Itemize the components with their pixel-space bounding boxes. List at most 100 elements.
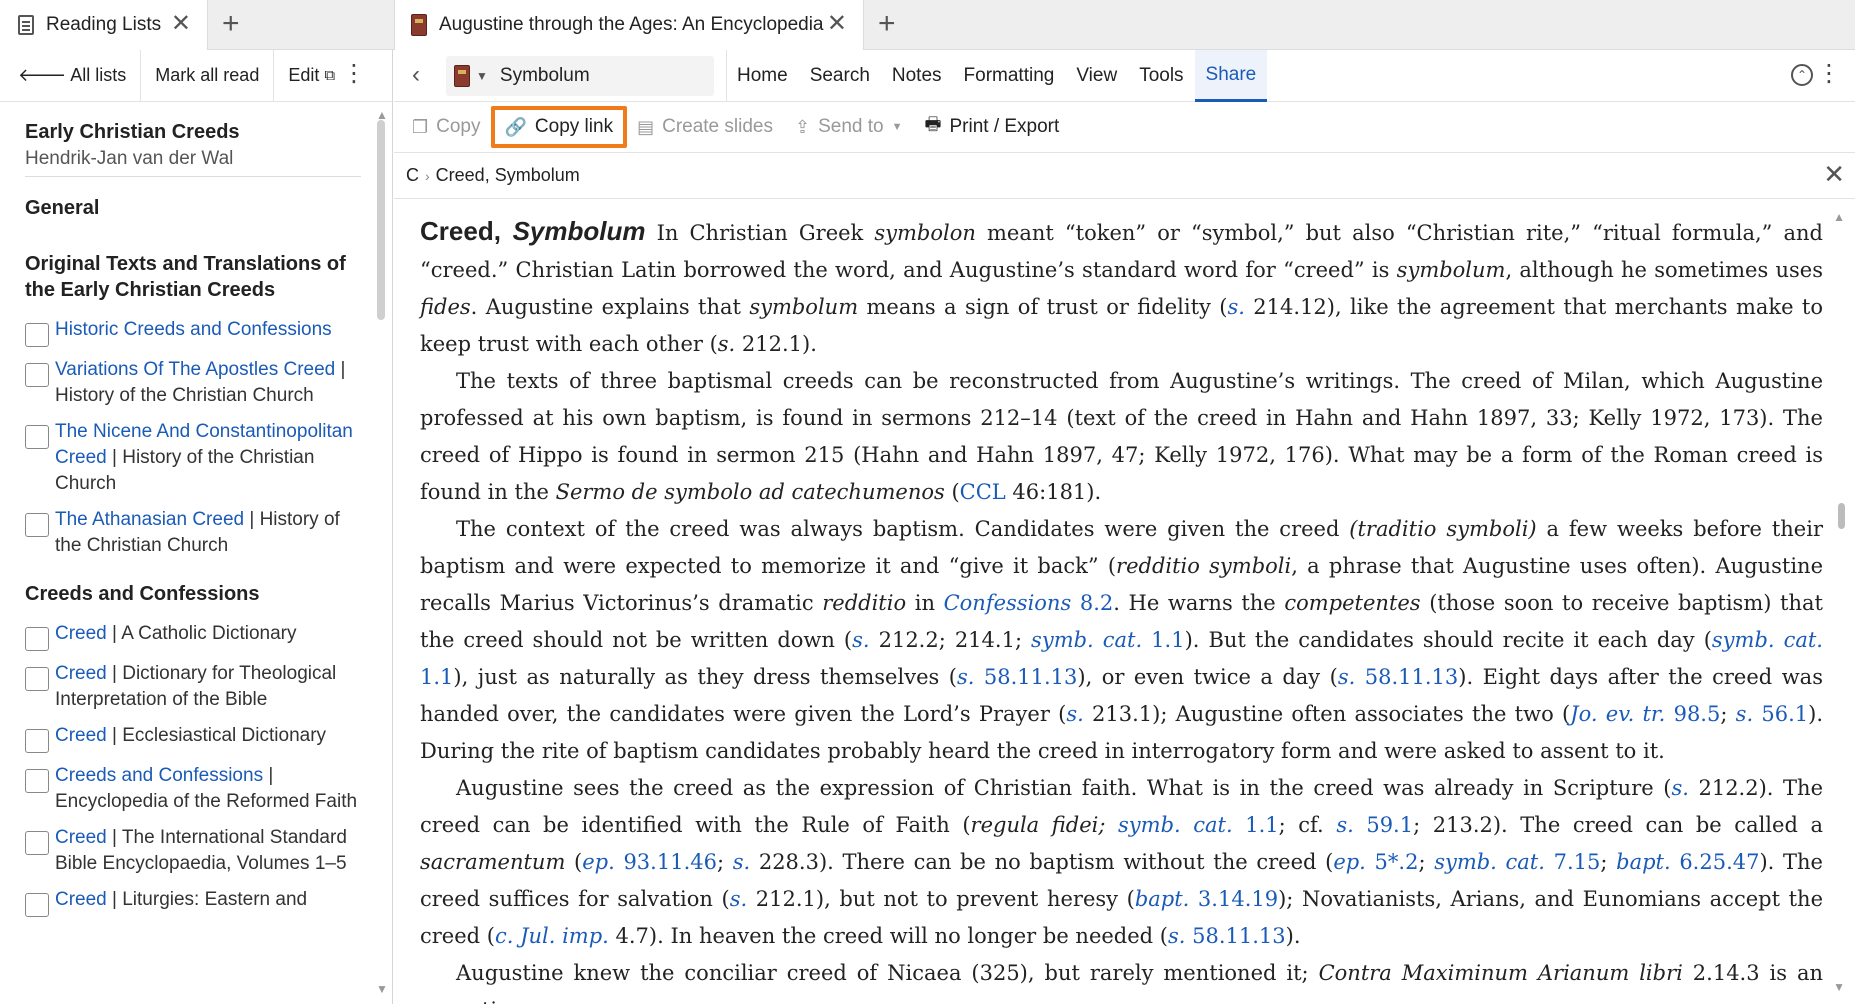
menu-view[interactable]: View [1065, 50, 1128, 102]
reference-link[interactable]: ep. [1333, 850, 1366, 874]
add-tab-icon[interactable]: + [878, 8, 896, 40]
read-checkbox[interactable] [25, 513, 49, 537]
reference-link[interactable]: 1.1 [1142, 628, 1184, 652]
edit-button[interactable]: Edit ⧉ [274, 50, 349, 102]
reference-link[interactable]: 58.11.13 [1355, 665, 1459, 689]
article-scrollbar-thumb[interactable] [1838, 503, 1845, 529]
menu-share[interactable]: Share [1194, 50, 1268, 102]
reference-link[interactable]: s. [1338, 665, 1355, 689]
resource-link[interactable]: Creed [55, 623, 107, 644]
reference-link[interactable]: symb. cat. [1031, 628, 1142, 652]
create-slides-button[interactable]: ▤ Create slides [637, 116, 773, 138]
breadcrumb-root[interactable]: C [406, 165, 419, 186]
reference-link[interactable]: s. [1336, 813, 1353, 837]
reference-link[interactable]: 7.15 [1545, 850, 1601, 874]
more-vertical-icon[interactable]: ⋮ [1817, 62, 1841, 86]
reference-link[interactable]: ep. [582, 850, 615, 874]
close-icon[interactable]: ✕ [827, 12, 847, 36]
reference-link[interactable]: 5*.2 [1366, 850, 1419, 874]
copy-button[interactable]: ❐ Copy [412, 116, 481, 138]
reference-link[interactable]: 3.14.19 [1189, 887, 1278, 911]
left-scrollbar-thumb[interactable] [377, 120, 385, 320]
reference-link[interactable]: 56.1 [1753, 702, 1808, 726]
tab-title: Reading Lists [46, 14, 162, 35]
reference-link[interactable]: s. [730, 887, 747, 911]
reference-link[interactable]: c. Jul. imp. [495, 924, 609, 948]
scroll-down-icon[interactable]: ▼ [376, 982, 388, 996]
reference-link[interactable]: Jo. ev. tr. [1570, 702, 1665, 726]
reference-link[interactable]: 98.5 [1665, 702, 1721, 726]
article-text: Contra Maximinum Arianum libri [1318, 961, 1683, 985]
reference-link[interactable]: bapt. [1135, 887, 1190, 911]
mark-all-read-button[interactable]: Mark all read [141, 49, 275, 102]
menu-home[interactable]: Home [727, 50, 799, 102]
send-to-button[interactable]: ⇪ Send to ▼ [795, 116, 902, 138]
reading-lists-panel: 🡐 All lists Mark all read Edit ⧉ ⋮ Early… [0, 49, 393, 1004]
scroll-up-icon[interactable]: ▲ [1833, 210, 1845, 224]
reference-link[interactable]: symb. cat. [1712, 628, 1823, 652]
read-checkbox[interactable] [25, 363, 49, 387]
tab-reading-lists[interactable]: Reading Lists ✕ [0, 0, 208, 50]
resource-link[interactable]: Creed [55, 663, 107, 684]
more-vertical-icon[interactable]: ⋮ [342, 62, 366, 86]
menu-notes[interactable]: Notes [881, 50, 953, 102]
resource-link[interactable]: Creeds and Confessions [55, 765, 263, 786]
reference-link[interactable]: s. [733, 850, 750, 874]
resource-picker[interactable]: ▼ Symbolum [446, 56, 714, 96]
read-checkbox[interactable] [25, 323, 49, 347]
article-text: ), or even twice a day ( [1077, 665, 1338, 689]
reference-link[interactable]: s. [1227, 295, 1244, 319]
reference-link[interactable]: bapt. [1616, 850, 1671, 874]
copy-link-button[interactable]: 🔗 Copy link [490, 106, 628, 148]
resource-link[interactable]: The Athanasian Creed [55, 509, 244, 530]
article-text: Augustine sees the creed as the expressi… [456, 776, 1672, 800]
read-checkbox[interactable] [25, 425, 49, 449]
resource-link[interactable]: Creed [55, 827, 107, 848]
menu-formatting[interactable]: Formatting [953, 50, 1066, 102]
all-lists-button[interactable]: 🡐 All lists [0, 49, 142, 102]
reference-link[interactable]: 59.1 [1354, 813, 1413, 837]
reference-link[interactable]: s. [957, 665, 974, 689]
reference-link[interactable]: 58.11.13 [974, 665, 1078, 689]
read-checkbox[interactable] [25, 627, 49, 651]
read-checkbox[interactable] [25, 769, 49, 793]
reference-link[interactable]: CCL [960, 480, 1006, 504]
menu-tools[interactable]: Tools [1128, 50, 1194, 102]
reference-link[interactable]: Confessions [944, 591, 1072, 615]
reference-link[interactable]: 1.1 [420, 665, 453, 689]
resource-link[interactable]: Creed [55, 725, 107, 746]
close-icon[interactable]: ✕ [1823, 161, 1845, 187]
resource-link[interactable]: Creed [55, 889, 107, 910]
article-paragraph: The context of the creed was always bapt… [420, 511, 1823, 770]
article-text: 213.1); Augustine often associates the t… [1083, 702, 1571, 726]
print-export-button[interactable]: 🖶 Print / Export [924, 112, 1059, 142]
article-text: ). But the candidates should recite it e… [1184, 628, 1712, 652]
list-item: Creed | The International Standard Bible… [25, 825, 365, 877]
menu-search[interactable]: Search [799, 50, 881, 102]
reference-link[interactable]: 93.11.46 [615, 850, 717, 874]
add-tab-icon[interactable]: + [222, 8, 240, 40]
resource-link[interactable]: Historic Creeds and Confessions [55, 319, 332, 340]
reference-link[interactable]: symb. cat. [1434, 850, 1545, 874]
close-icon[interactable]: ✕ [171, 12, 191, 36]
collapse-toolbar-icon[interactable]: ⌃ [1791, 64, 1813, 86]
reference-link[interactable]: s. [1671, 776, 1688, 800]
reference-link[interactable]: 1.1 [1233, 813, 1278, 837]
reference-link[interactable]: s. [1066, 702, 1083, 726]
read-checkbox[interactable] [25, 831, 49, 855]
reference-link[interactable]: 6.25.47 [1671, 850, 1759, 874]
back-chevron-icon[interactable]: ‹ [412, 62, 420, 88]
read-checkbox[interactable] [25, 667, 49, 691]
scroll-down-icon[interactable]: ▼ [1833, 980, 1845, 994]
reference-link[interactable]: s. [852, 628, 869, 652]
tab-augustine[interactable]: Augustine through the Ages: An Encyclope… [394, 0, 864, 50]
reference-link[interactable]: 8.2 [1071, 591, 1113, 615]
reference-link[interactable]: 58.11.13 [1185, 924, 1286, 948]
read-checkbox[interactable] [25, 893, 49, 917]
list-item: Creeds and Confessions | Encyclopedia of… [25, 763, 365, 815]
read-checkbox[interactable] [25, 729, 49, 753]
reference-link[interactable]: s. [1736, 702, 1753, 726]
reference-link[interactable]: s. [1168, 924, 1185, 948]
reference-link[interactable]: symb. cat. [1118, 813, 1233, 837]
resource-link[interactable]: Variations Of The Apostles Creed [55, 359, 335, 380]
